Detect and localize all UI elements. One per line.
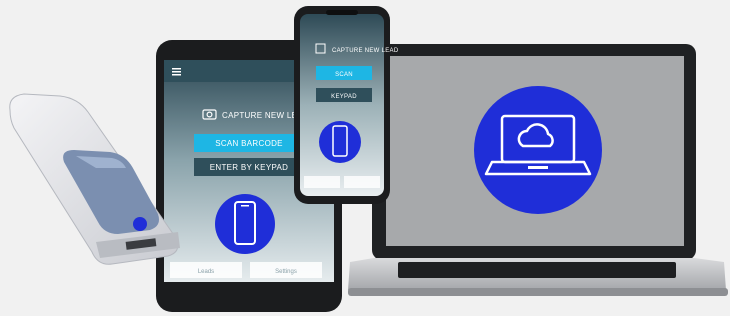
laptop-cloud-icon bbox=[474, 86, 602, 214]
phone-scan-label: SCAN bbox=[335, 72, 353, 78]
tab-settings-label: Settings bbox=[275, 269, 297, 275]
phone-tab-left[interactable] bbox=[304, 176, 340, 188]
menu-icon[interactable] bbox=[172, 68, 181, 76]
tab-leads-label: Leads bbox=[198, 269, 214, 275]
phone-screen bbox=[300, 14, 384, 196]
scanner-logo-icon bbox=[133, 217, 147, 231]
laptop bbox=[348, 44, 728, 296]
keypad-label: ENTER BY KEYPAD bbox=[210, 163, 288, 172]
phone-capture-title: CAPTURE NEW LEAD bbox=[332, 48, 399, 54]
phone: CAPTURE NEW LEAD SCAN KEYPAD bbox=[294, 6, 399, 204]
barcode-scanner bbox=[9, 93, 180, 265]
phone-keypad-label: KEYPAD bbox=[331, 94, 357, 100]
phone-tab-right[interactable] bbox=[344, 176, 380, 188]
device-composition: CAPTURE NEW LEAD SCAN BARCODE ENTER BY K… bbox=[9, 6, 728, 312]
scan-barcode-label: SCAN BARCODE bbox=[215, 139, 283, 148]
